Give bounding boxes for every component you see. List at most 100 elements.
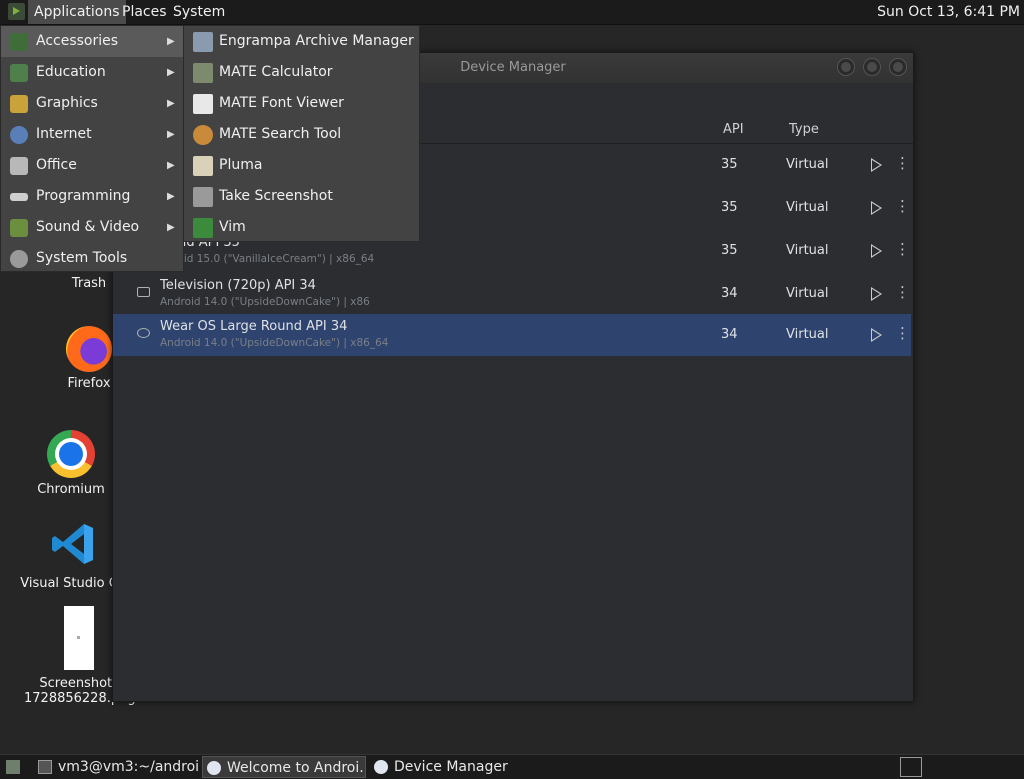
device-row[interactable]: Television (720p) API 34 Android 14.0 ("… bbox=[113, 273, 911, 315]
taskbar-item-label: Welcome to Androi... bbox=[227, 760, 366, 776]
search-tool-icon bbox=[193, 125, 213, 145]
desktop-icon-label: Chromium bbox=[37, 482, 105, 497]
programming-icon bbox=[10, 193, 28, 201]
menu-category-sound-video[interactable]: Sound & Video ▶ bbox=[1, 212, 183, 243]
menu-category-office[interactable]: Office ▶ bbox=[1, 150, 183, 181]
clock[interactable]: Sun Oct 13, 6:41 PM bbox=[877, 0, 1020, 24]
menu-item-pluma[interactable]: Pluma bbox=[184, 150, 419, 181]
desktop-icon-chromium[interactable]: Chromium bbox=[16, 430, 126, 497]
column-header-type[interactable]: Type bbox=[789, 122, 819, 137]
vim-icon bbox=[193, 218, 213, 238]
sound-video-icon bbox=[10, 219, 28, 237]
internet-icon bbox=[10, 126, 28, 144]
accessories-submenu: Engrampa Archive Manager MATE Calculator… bbox=[183, 25, 420, 242]
system-menu[interactable]: System bbox=[167, 0, 231, 24]
menu-item-label: Pluma bbox=[219, 157, 263, 173]
bottom-taskbar: vm3@vm3:~/androi... Welcome to Androi...… bbox=[0, 754, 1024, 779]
submenu-arrow-icon: ▶ bbox=[167, 67, 175, 78]
menu-item-label: MATE Search Tool bbox=[219, 126, 342, 142]
more-options-icon[interactable]: ⋮ bbox=[895, 197, 910, 215]
submenu-arrow-icon: ▶ bbox=[167, 36, 175, 47]
menu-category-education[interactable]: Education ▶ bbox=[1, 57, 183, 88]
submenu-arrow-icon: ▶ bbox=[167, 98, 175, 109]
show-desktop-button[interactable] bbox=[2, 756, 28, 778]
menu-category-label: Internet bbox=[36, 126, 92, 142]
menu-category-internet[interactable]: Internet ▶ bbox=[1, 119, 183, 150]
device-details: ndroid 15.0 ("VanillaIceCream") | x86_64 bbox=[160, 253, 375, 265]
minimize-button[interactable] bbox=[837, 58, 855, 76]
taskbar-item-label: Device Manager bbox=[394, 759, 508, 775]
run-device-icon[interactable] bbox=[871, 244, 882, 258]
menu-item-label: MATE Font Viewer bbox=[219, 95, 344, 111]
taskbar-item-welcome[interactable]: Welcome to Androi... bbox=[202, 756, 366, 778]
device-api: 35 bbox=[721, 243, 738, 258]
run-device-icon[interactable] bbox=[871, 287, 882, 301]
screenshot-icon bbox=[193, 187, 213, 207]
menu-category-label: System Tools bbox=[36, 250, 128, 266]
menu-item-font-viewer[interactable]: MATE Font Viewer bbox=[184, 88, 419, 119]
applications-dropdown: Accessories ▶ Education ▶ Graphics ▶ Int… bbox=[0, 25, 184, 272]
close-button[interactable] bbox=[889, 58, 907, 76]
android-studio-tray-icon[interactable] bbox=[900, 757, 922, 777]
taskbar-item-device-manager[interactable]: Device Manager bbox=[370, 756, 550, 778]
menu-category-graphics[interactable]: Graphics ▶ bbox=[1, 88, 183, 119]
menu-category-label: Office bbox=[36, 157, 77, 173]
menu-category-programming[interactable]: Programming ▶ bbox=[1, 181, 183, 212]
submenu-arrow-icon: ▶ bbox=[167, 160, 175, 171]
submenu-arrow-icon: ▶ bbox=[167, 191, 175, 202]
run-device-icon[interactable] bbox=[871, 201, 882, 215]
device-row-selected[interactable]: Wear OS Large Round API 34 Android 14.0 … bbox=[113, 314, 911, 356]
menu-item-engrampa[interactable]: Engrampa Archive Manager bbox=[184, 26, 419, 57]
device-name: Television (720p) API 34 bbox=[160, 278, 316, 293]
menu-item-take-screenshot[interactable]: Take Screenshot bbox=[184, 181, 419, 212]
more-options-icon[interactable]: ⋮ bbox=[895, 324, 910, 342]
device-type: Virtual bbox=[786, 200, 829, 215]
education-icon bbox=[10, 64, 28, 82]
device-name: Wear OS Large Round API 34 bbox=[160, 319, 348, 334]
android-studio-icon bbox=[374, 760, 388, 774]
terminal-icon bbox=[38, 760, 52, 774]
taskbar-item-label: vm3@vm3:~/androi... bbox=[58, 759, 198, 775]
top-panel: Applications Places System Sun Oct 13, 6… bbox=[0, 0, 1024, 25]
applications-menu[interactable]: Applications bbox=[28, 0, 126, 24]
device-type: Virtual bbox=[786, 157, 829, 172]
device-type: Virtual bbox=[786, 243, 829, 258]
device-details: Android 14.0 ("UpsideDownCake") | x86_64 bbox=[160, 337, 389, 349]
menu-category-label: Education bbox=[36, 64, 106, 80]
maximize-button[interactable] bbox=[863, 58, 881, 76]
menu-item-vim[interactable]: Vim bbox=[184, 212, 419, 243]
menu-category-system-tools[interactable]: System Tools bbox=[1, 243, 183, 274]
places-menu[interactable]: Places bbox=[116, 0, 173, 24]
menu-category-accessories[interactable]: Accessories ▶ bbox=[1, 26, 183, 57]
column-header-api[interactable]: API bbox=[723, 122, 744, 137]
chromium-icon bbox=[47, 430, 95, 478]
menu-category-label: Accessories bbox=[36, 33, 119, 49]
graphics-icon bbox=[10, 95, 28, 113]
submenu-arrow-icon: ▶ bbox=[167, 222, 175, 233]
calculator-icon bbox=[193, 63, 213, 83]
submenu-arrow-icon: ▶ bbox=[167, 129, 175, 140]
taskbar-item-terminal[interactable]: vm3@vm3:~/androi... bbox=[34, 756, 198, 778]
menu-item-calculator[interactable]: MATE Calculator bbox=[184, 57, 419, 88]
menu-item-label: Vim bbox=[219, 219, 246, 235]
font-viewer-icon bbox=[193, 94, 213, 114]
vscode-icon bbox=[52, 524, 93, 564]
archive-manager-icon bbox=[193, 32, 213, 52]
run-device-icon[interactable] bbox=[871, 158, 882, 172]
device-api: 35 bbox=[721, 200, 738, 215]
menu-item-label: MATE Calculator bbox=[219, 64, 333, 80]
firefox-icon bbox=[66, 326, 112, 372]
mate-menu-icon[interactable] bbox=[8, 3, 25, 20]
device-type: Virtual bbox=[786, 286, 829, 301]
text-editor-icon bbox=[193, 156, 213, 176]
menu-item-search-tool[interactable]: MATE Search Tool bbox=[184, 119, 419, 150]
menu-category-label: Programming bbox=[36, 188, 131, 204]
menu-item-label: Take Screenshot bbox=[219, 188, 333, 204]
device-api: 35 bbox=[721, 157, 738, 172]
run-device-icon[interactable] bbox=[871, 328, 882, 342]
more-options-icon[interactable]: ⋮ bbox=[895, 154, 910, 172]
system-tools-icon bbox=[10, 250, 28, 268]
device-api: 34 bbox=[721, 286, 738, 301]
more-options-icon[interactable]: ⋮ bbox=[895, 240, 910, 258]
more-options-icon[interactable]: ⋮ bbox=[895, 283, 910, 301]
